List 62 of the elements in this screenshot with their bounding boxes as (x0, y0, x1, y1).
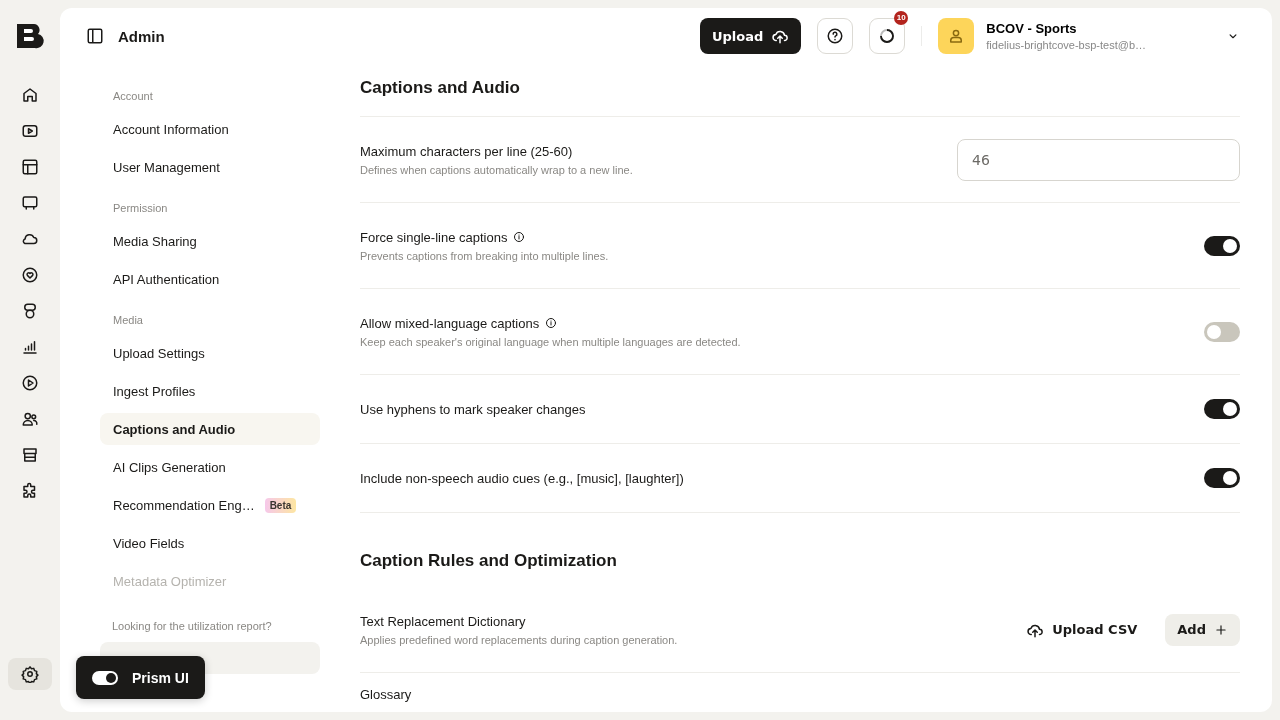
setting-description: Applies predefined word replacements during caption generation. (360, 633, 679, 646)
store-icon (21, 446, 39, 464)
toggle-switch[interactable] (1204, 399, 1240, 419)
toggle-switch[interactable] (1204, 235, 1240, 256)
setting-label: Use hyphens to mark speaker changes (360, 401, 586, 417)
settings-nav-button[interactable] (8, 658, 52, 690)
sidebar-item[interactable]: Media Sharing (100, 225, 320, 257)
info-icon (545, 317, 558, 329)
sidebar-item[interactable]: Account Information (100, 113, 320, 145)
chart-icon (21, 338, 39, 356)
sidebar-item[interactable]: Captions and Audio (100, 413, 320, 445)
section-heading: Account (112, 89, 154, 104)
setting-label: Allow mixed-language captions (360, 315, 540, 331)
notification-badge: 10 (894, 11, 909, 25)
spinner-icon (878, 27, 897, 45)
upload-button[interactable]: Upload (699, 18, 802, 54)
item-label: Recommendation Eng… (113, 497, 255, 513)
sidebar-item[interactable]: Video Fields (100, 527, 320, 559)
page-title: Admin (118, 27, 165, 45)
setting-label: Force single-line captions (360, 229, 508, 245)
setting-description: Keep each speaker's original language when multiple languages are detected. (360, 335, 742, 348)
sidebar-item[interactable]: Ingest Profiles (100, 375, 320, 407)
setting-label: Glossary (360, 687, 412, 702)
sidebar-toggle-icon[interactable] (86, 27, 104, 45)
setting-description: Defines when captions automatically wrap to a new line. (360, 163, 634, 176)
plus-icon (1214, 622, 1228, 637)
sidebar-item[interactable]: User Management (100, 151, 320, 183)
play-icon (21, 374, 39, 392)
upload-csv-button[interactable]: Upload CSV (1018, 613, 1146, 646)
utilization-note: Looking for the utilization report? (111, 620, 273, 632)
activity-button[interactable] (869, 18, 906, 54)
toggle-switch[interactable] (1204, 321, 1240, 342)
sidebar-item[interactable]: Recommendation Eng… Beta (100, 489, 320, 521)
sidebar-item[interactable]: Upload Settings (100, 337, 320, 369)
setting-label: Maximum characters per line (25-60) (360, 143, 573, 159)
beta-badge: Beta (264, 497, 297, 513)
account-switcher[interactable]: BCOV - Sports fidelius-brightcove-bsp-test@b… (938, 18, 1146, 54)
users-icon (21, 410, 39, 428)
info-icon (513, 231, 526, 243)
help-button[interactable] (817, 18, 854, 54)
toggle-switch[interactable] (1204, 468, 1240, 488)
setting-label: Text Replacement Dictionary (360, 613, 526, 629)
home-icon (21, 86, 39, 104)
sidebar-item[interactable]: AI Clips Generation (100, 451, 320, 483)
number-field[interactable]: 46 (957, 138, 1240, 181)
setting-label: Include non-speech audio cues (e.g., [music], [laughter]) (360, 470, 684, 486)
account-email: fidelius-brightcove-bsp-test@b… (986, 39, 1146, 51)
prism-toggle[interactable] (92, 670, 118, 685)
setting-description: Prevents captions from breaking into multiple lines. (360, 249, 610, 262)
help-icon (826, 27, 845, 45)
toast-label: Prism UI (132, 669, 189, 686)
section-heading: Media (112, 313, 144, 328)
layout-icon (21, 158, 39, 176)
section-title: Captions and Audio (360, 68, 1240, 117)
section-heading: Permission (112, 201, 169, 216)
sidebar-item[interactable]: API Authentication (100, 263, 320, 295)
settings-icon (21, 665, 39, 683)
screen-icon (21, 194, 39, 212)
video-icon (21, 122, 39, 140)
section-title: Caption Rules and Optimization (360, 550, 618, 572)
add-button[interactable]: Add (1165, 613, 1240, 646)
account-name: BCOV - Sports (986, 21, 1078, 36)
